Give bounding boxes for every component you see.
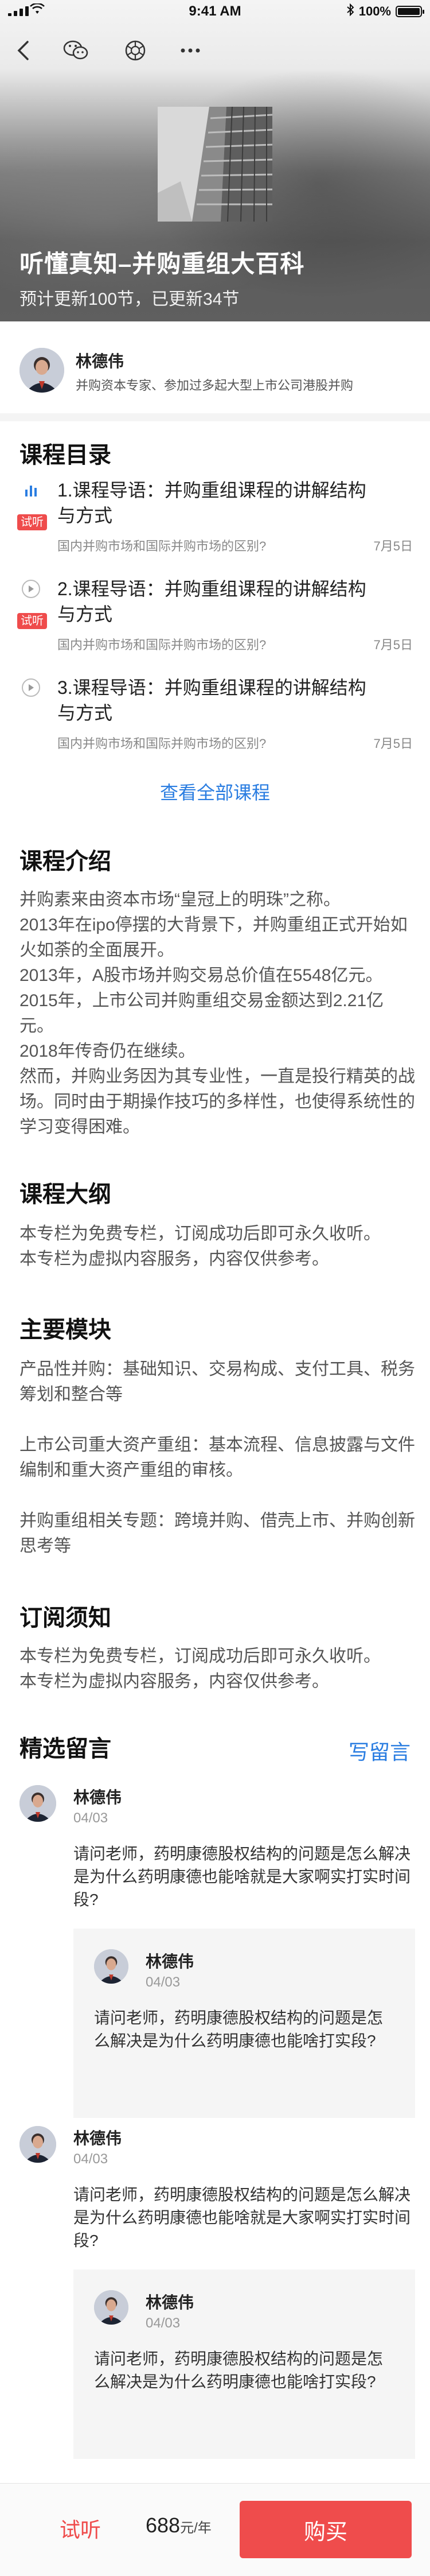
play-icon: [22, 678, 40, 697]
more-icon[interactable]: [175, 36, 205, 65]
avatar[interactable]: [94, 1949, 128, 1984]
battery-percent: 100%: [358, 4, 391, 18]
author-name: 林德伟: [76, 352, 124, 370]
reply-text: 请问老师，药明康德股权结构的问题是怎么解决是为什么药明康德也能啥打实段?: [94, 2350, 384, 2391]
lesson-date: 7月5日: [373, 539, 413, 553]
trial-listen-button[interactable]: 试听: [60, 2513, 101, 2543]
comment-text: 请问老师，药明康德股权结构的问题是怎么解决是为什么药明康德也能啥就是大家啊实打实…: [73, 1845, 411, 1908]
reply-card: 林德伟 04/03 请问老师，药明康德股权结构的问题是怎么解决是为什么药明康德也…: [73, 2269, 415, 2459]
modules-text: 产品性并购：基础知识、交易构成、支付工具、税务筹划和整合等 上市公司重大资产重组…: [19, 1357, 415, 1559]
intro-line: 2018年传奇仍在继续。: [19, 1042, 196, 1061]
lesson-item[interactable]: 试听 1.课程导语：并购重组课程的讲解结构与方式 国内并购市场和国际并购市场的区…: [17, 478, 415, 558]
avatar[interactable]: [19, 1785, 56, 1822]
play-icon: [22, 580, 40, 598]
lesson-subtitle: 国内并购市场和国际并购市场的区别?: [57, 736, 267, 751]
outline-text: 本专栏为免费专栏，订阅成功后即可永久收听。 本专栏为虚拟内容服务，内容仅供参考。: [19, 1221, 415, 1272]
avatar[interactable]: [94, 2290, 128, 2325]
course-title: 听懂真知–并购重组大百科: [19, 250, 305, 277]
commenter-name: 林德伟: [73, 2129, 122, 2147]
course-update-status: 预计更新100节，已更新34节: [19, 290, 240, 309]
notice-text: 本专栏为免费专栏，订阅成功后即可永久收听。 本专栏为虚拟内容服务，内容仅供参考。: [19, 1644, 415, 1694]
write-comment-link[interactable]: 写留言: [349, 1736, 411, 1766]
bluetooth-icon: [346, 3, 354, 20]
comment-text: 请问老师，药明康德股权结构的问题是怎么解决是为什么药明康德也能啥就是大家啊实打实…: [73, 2186, 411, 2249]
outline-line: 本专栏为免费专栏，订阅成功后即可永久收听。: [19, 1224, 381, 1243]
lesson-item[interactable]: 试听 2.课程导语：并购重组课程的讲解结构与方式 国内并购市场和国际并购市场的区…: [17, 576, 415, 657]
reply-author-name: 林德伟: [146, 2294, 194, 2311]
author-card[interactable]: 林德伟 并购资本专家、参加过多起大型上市公司港股并购: [19, 344, 415, 397]
module-item: 上市公司重大资产重组：基本流程、信息披露与文件编制和重大资产重组的审核。: [19, 1436, 415, 1480]
price: 688元/年: [146, 2513, 212, 2538]
lesson-date: 7月5日: [373, 638, 413, 652]
intro-line: 并购素来由资本市场“皇冠上的明珠”之称。: [19, 890, 341, 909]
lesson-subtitle: 国内并购市场和国际并购市场的区别?: [57, 539, 267, 553]
price-unit: 元/年: [180, 2520, 212, 2536]
intro-text: 并购素来由资本市场“皇冠上的明珠”之称。 2013年在ipo停摆的大背景下，并购…: [19, 887, 415, 1140]
purchase-bar: 试听 688元/年 购买: [0, 2483, 430, 2576]
chevron-left-icon[interactable]: [8, 36, 38, 65]
trial-badge: 试听: [17, 514, 47, 530]
audio-playing-icon: [22, 481, 40, 499]
intro-title: 课程介绍: [19, 849, 111, 874]
notice-title: 订阅须知: [19, 1605, 111, 1631]
intro-line: 2013年，A股市场并购交易总价值在5548亿元。: [19, 966, 383, 985]
reply-text: 请问老师，药明康德股权结构的问题是怎么解决是为什么药明康德也能啥打实段?: [94, 2009, 384, 2050]
comment-item: 林德伟 04/03 请问老师，药明康德股权结构的问题是怎么解决是为什么药明康德也…: [19, 2126, 415, 2470]
intro-line: 然而，并购业务因为其专业性，一直是投行精英的战场。同时由于期操作技巧的多样性，也…: [19, 1067, 415, 1136]
intro-line: 2015年，上市公司并购重组交易金额达到2.21亿元。: [19, 991, 384, 1035]
reply-date: 04/03: [146, 1974, 181, 1990]
modules-title: 主要模块: [19, 1317, 111, 1343]
nav-bar: [0, 30, 430, 70]
price-value: 688: [146, 2513, 181, 2537]
section-divider: [0, 413, 430, 421]
commenter-name: 林德伟: [73, 1789, 122, 1806]
moments-icon[interactable]: [120, 36, 150, 65]
view-all-lessons-link[interactable]: 查看全部课程: [0, 778, 430, 805]
course-hero: 9:41 AM 100% 听懂真知–并购重组大百科 预计更新100节，已更新34…: [0, 0, 430, 321]
lesson-date: 7月5日: [373, 736, 413, 751]
comment-item: 林德伟 04/03 请问老师，药明康德股权结构的问题是怎么解决是为什么药明康德也…: [19, 1785, 415, 2129]
lesson-title: 1.课程导语：并购重组课程的讲解结构与方式: [57, 480, 366, 526]
outline-line: 本专栏为虚拟内容服务，内容仅供参考。: [19, 1250, 329, 1268]
reply-date: 04/03: [146, 2315, 181, 2331]
comment-date: 04/03: [73, 2151, 108, 2167]
catalog-title: 课程目录: [19, 443, 111, 468]
comment-date: 04/03: [73, 1810, 108, 1826]
intro-line: 2013年在ipo停摆的大背景下，并购重组正式开始如火如荼的全面展开。: [19, 915, 408, 960]
notice-line: 本专栏为免费专栏，订阅成功后即可永久收听。: [19, 1647, 381, 1666]
reply-card: 林德伟 04/03 请问老师，药明康德股权结构的问题是怎么解决是为什么药明康德也…: [73, 1929, 415, 2118]
lesson-title: 3.课程导语：并购重组课程的讲解结构与方式: [57, 677, 366, 723]
lesson-title: 2.课程导语：并购重组课程的讲解结构与方式: [57, 579, 366, 624]
lesson-subtitle: 国内并购市场和国际并购市场的区别?: [57, 638, 267, 652]
buy-button[interactable]: 购买: [240, 2501, 412, 2558]
outline-title: 课程大纲: [19, 1182, 111, 1207]
comments-title: 精选留言: [19, 1736, 111, 1762]
avatar[interactable]: [19, 2126, 56, 2163]
module-item: 产品性并购：基础知识、交易构成、支付工具、税务筹划和整合等: [19, 1360, 415, 1404]
lesson-item[interactable]: 3.课程导语：并购重组课程的讲解结构与方式 国内并购市场和国际并购市场的区别? …: [19, 675, 415, 755]
trial-badge: 试听: [17, 613, 47, 629]
course-cover-image: [158, 107, 272, 222]
notice-line: 本专栏为虚拟内容服务，内容仅供参考。: [19, 1672, 329, 1691]
avatar: [19, 348, 64, 393]
status-bar: 9:41 AM 100%: [0, 0, 430, 23]
author-description: 并购资本专家、参加过多起大型上市公司港股并购: [76, 378, 354, 393]
wechat-icon[interactable]: [61, 36, 91, 65]
reply-author-name: 林德伟: [146, 1953, 194, 1970]
module-item: 并购重组相关专题：跨境并购、借壳上市、并购创新思考等: [19, 1511, 415, 1555]
battery-icon: [396, 6, 424, 17]
